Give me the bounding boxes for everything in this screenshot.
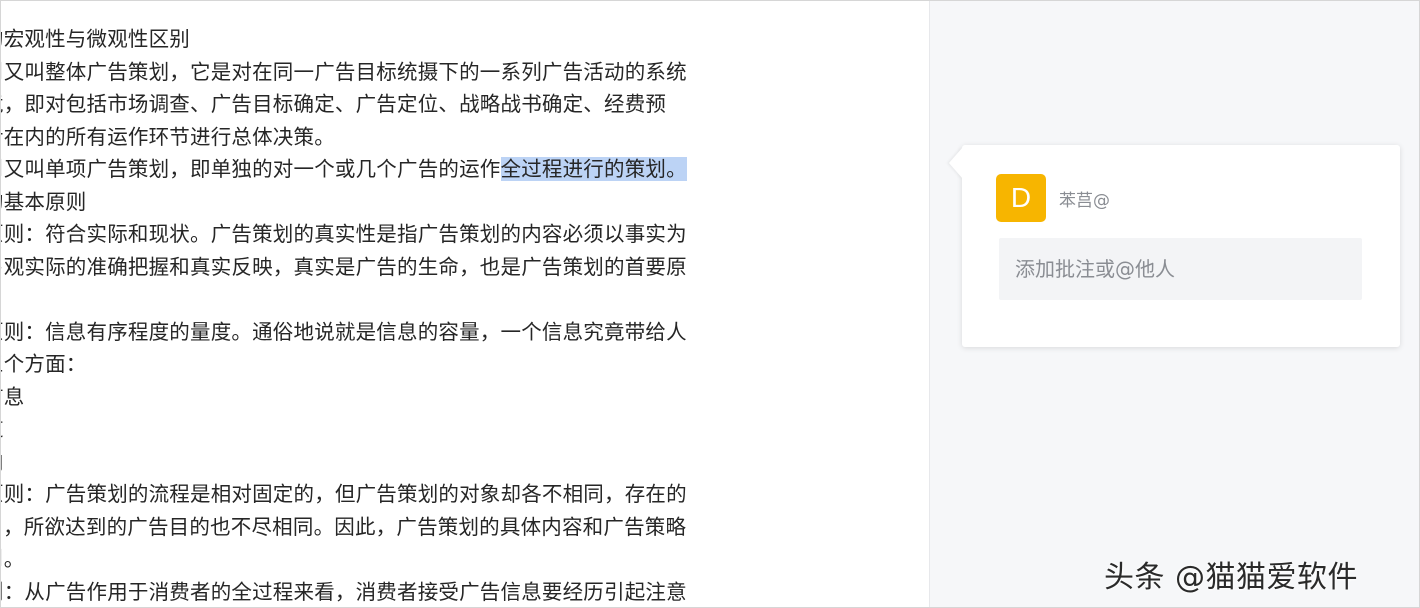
doc-line: 则：从广告作用于消费者的全过程来看，消费者接受广告信息要经历引起注意 xyxy=(1,579,687,604)
doc-line: 向 xyxy=(1,446,743,479)
doc-line: 三个方面： xyxy=(1,352,87,376)
doc-line: 原则：符合实际和现状。广告策划的真实性是指广告策划的内容必须以事实为 xyxy=(1,222,687,246)
doc-line: 舌在内的所有运作环节进行总体决策。 xyxy=(1,124,335,149)
doc-line: 原则：广告策划的流程是相对固定的，但广告策划的对象却各不相同，存在的 xyxy=(1,482,687,506)
doc-line: 的宏观性与微观性区别 xyxy=(1,27,190,51)
user-avatar: D xyxy=(996,174,1046,222)
watermark: 头条 @猫猫爱软件 xyxy=(1104,560,1359,595)
doc-line-blank xyxy=(1,283,743,316)
doc-line: 竟，即对包括市场调查、广告目标确定、广告定位、战略战书确定、经费预 xyxy=(1,92,667,116)
doc-line: 卜观实际的准确把握和真实反映，真实是广告的生命，也是广告策划的首要原 xyxy=(1,254,687,279)
comment-input[interactable] xyxy=(999,238,1362,300)
doc-line: 刂。 xyxy=(1,547,25,571)
doc-line: リ，所欲达到的广告目的也不尽相同。因此，广告策划的具体内容和广告策略 xyxy=(1,514,687,539)
doc-line: 言息 xyxy=(1,384,25,409)
comment-username: 苯莒@ xyxy=(1059,191,1110,211)
doc-line: 道 xyxy=(1,413,743,446)
doc-line-with-selection: 刂又叫单项广告策划，即单独的对一个或几个广告的运作全过程进行的策划。 xyxy=(1,153,743,186)
selected-text[interactable]: 全过程进行的策划。 xyxy=(500,157,687,181)
comment-card-pointer xyxy=(949,147,963,179)
comment-card: D 苯莒@ xyxy=(949,145,1400,347)
doc-line: 原则：信息有序程度的量度。通俗地说就是信息的容量，一个信息究竟带给人 xyxy=(1,319,687,344)
doc-line: 刂又叫整体广告策划，它是对在同一广告目标统摄下的一系列广告活动的系统 xyxy=(1,59,687,84)
document-page[interactable]: 的宏观性与微观性区别 刂又叫整体广告策划，它是对在同一广告目标统摄下的一系列广告… xyxy=(1,1,929,607)
doc-line: 的基本原则 xyxy=(1,189,87,214)
doc-text: 刂又叫单项广告策划，即单独的对一个或几个广告的运作 xyxy=(1,157,501,181)
document-body: 的宏观性与微观性区别 刂又叫整体广告策划，它是对在同一广告目标统摄下的一系列广告… xyxy=(1,23,743,607)
